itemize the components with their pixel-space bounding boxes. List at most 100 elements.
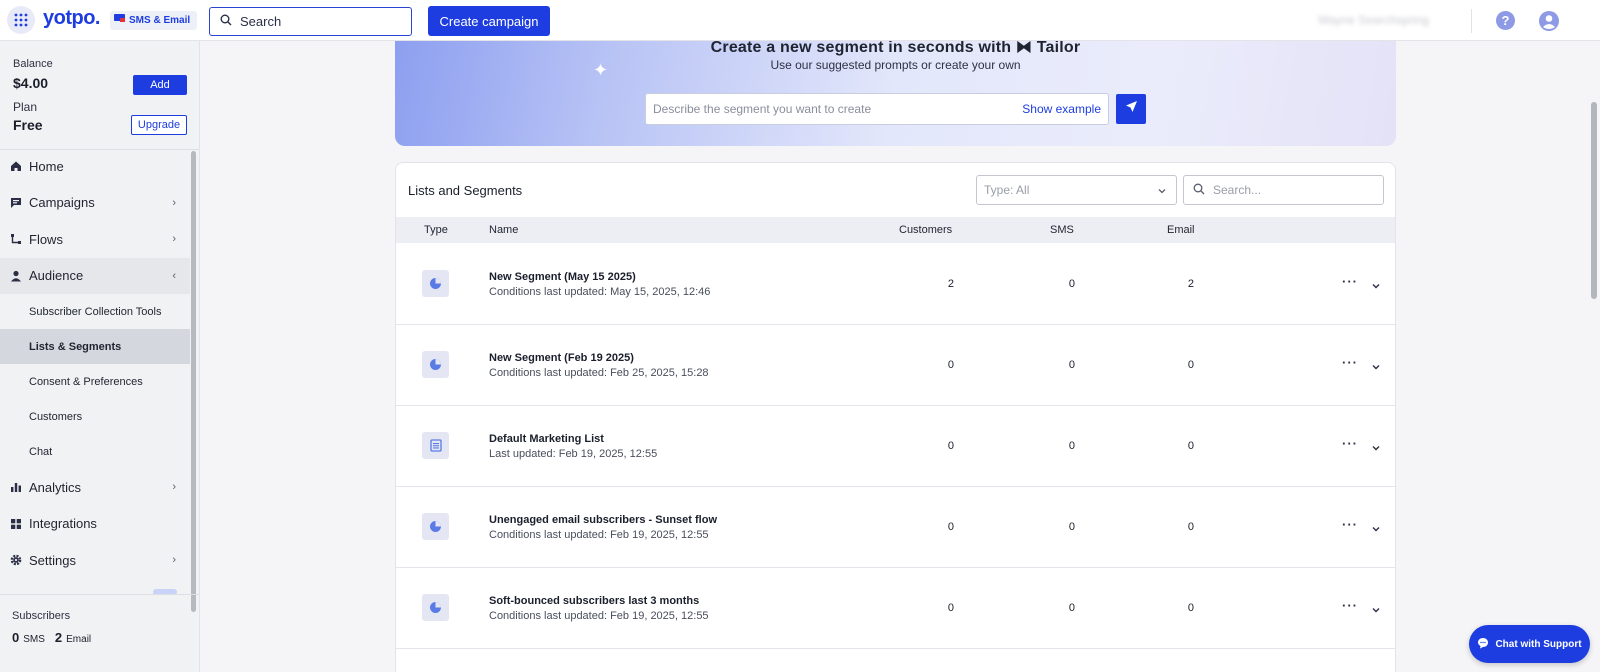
- row-sms: 0: [1068, 359, 1075, 371]
- subscribers-label: Subscribers: [12, 610, 71, 622]
- segment-icon: [422, 594, 449, 621]
- sidebar-item-audience[interactable]: Audience ‹: [0, 257, 190, 294]
- segment-icon: [422, 513, 449, 540]
- divider: [1471, 9, 1472, 33]
- column-type: Type: [424, 224, 448, 236]
- column-email: Email: [1167, 224, 1195, 236]
- row-name[interactable]: New Segment (Feb 19 2025): [489, 352, 634, 364]
- prompt-placeholder: Describe the segment you want to create: [653, 102, 872, 116]
- sidebar-subitem-chat[interactable]: Chat: [0, 434, 190, 469]
- row-name[interactable]: Default Marketing List: [489, 433, 604, 445]
- yotpo-logo[interactable]: yotpo.: [43, 7, 101, 30]
- chevron-down-icon: [1157, 185, 1167, 199]
- sidebar-subitem-consent[interactable]: Consent & Preferences: [0, 364, 190, 399]
- balance-value: $4.00: [13, 75, 49, 91]
- row-email: 2: [1187, 278, 1194, 290]
- more-options-icon[interactable]: ···: [1342, 355, 1358, 370]
- search-label: Search: [240, 14, 282, 29]
- divider: [0, 594, 199, 595]
- add-balance-button[interactable]: Add: [133, 75, 187, 95]
- more-options-icon[interactable]: ···: [1342, 517, 1358, 532]
- integrations-icon: [10, 518, 22, 530]
- table-row[interactable]: Default Marketing List Last updated: Feb…: [396, 406, 1395, 487]
- sidebar-item-settings[interactable]: Settings ›: [0, 542, 190, 579]
- subscriber-counts: 0 SMS 2 Email: [12, 630, 97, 645]
- row-name[interactable]: New Segment (May 15 2025): [489, 271, 636, 283]
- sidebar-subitem-collection-tools[interactable]: Subscriber Collection Tools: [0, 294, 190, 329]
- sidebar: Balance $4.00 Add Plan Free Upgrade Home…: [0, 41, 200, 672]
- row-customers: 2: [947, 278, 954, 290]
- row-customers: 0: [947, 440, 954, 452]
- row-updated: Conditions last updated: Feb 19, 2025, 1…: [489, 610, 709, 622]
- type-filter-select[interactable]: Type: All: [976, 175, 1177, 205]
- account-icon[interactable]: [1539, 11, 1559, 31]
- row-email: 0: [1187, 602, 1194, 614]
- person-icon: [10, 270, 22, 282]
- sidebar-item-flows[interactable]: Flows ›: [0, 221, 190, 258]
- sidebar-subitem-lists-segments[interactable]: Lists & Segments: [0, 329, 190, 364]
- user-menu[interactable]: Wayne Searchspring: [1318, 13, 1429, 27]
- column-name: Name: [489, 224, 519, 236]
- type-filter-value: Type: All: [984, 183, 1030, 197]
- sms-count: 0: [12, 630, 20, 645]
- chevron-down-icon[interactable]: [1371, 440, 1381, 458]
- upgrade-button[interactable]: Upgrade: [131, 115, 187, 135]
- row-email: 0: [1187, 359, 1194, 371]
- chevron-right-icon: ›: [172, 481, 176, 493]
- more-options-icon[interactable]: ···: [1342, 274, 1358, 289]
- sidebar-item-label: Audience: [29, 268, 84, 284]
- lists-search-input[interactable]: Search...: [1183, 175, 1384, 205]
- table-row[interactable]: Soft-bounced subscribers last 3 months C…: [396, 568, 1395, 649]
- main-scrollbar[interactable]: [1591, 102, 1597, 299]
- sms-unit: SMS: [23, 634, 45, 645]
- email-unit: Email: [66, 634, 92, 645]
- chat-label: Chat with Support: [1495, 638, 1582, 650]
- sidebar-item-integrations[interactable]: Integrations: [0, 506, 190, 543]
- help-icon[interactable]: ?: [1496, 11, 1515, 30]
- chevron-down-icon[interactable]: [1371, 521, 1381, 539]
- segment-prompt-input[interactable]: Describe the segment you want to create …: [645, 93, 1109, 125]
- send-prompt-button[interactable]: [1116, 94, 1146, 124]
- lists-segments-card: Lists and Segments Type: All Search... T…: [395, 162, 1396, 672]
- sidebar-item-campaigns[interactable]: Campaigns ›: [0, 185, 190, 222]
- chevron-up-icon: ‹: [172, 269, 176, 282]
- table-row[interactable]: New Segment (May 15 2025) Conditions las…: [396, 244, 1395, 325]
- row-email: 0: [1187, 440, 1194, 452]
- home-icon: [10, 160, 22, 172]
- row-sms: 0: [1068, 278, 1075, 290]
- table-row[interactable]: New Segment (Feb 19 2025) Conditions las…: [396, 325, 1395, 406]
- sidebar-subitem-customers[interactable]: Customers: [0, 399, 190, 434]
- apps-grid-icon[interactable]: [7, 6, 35, 34]
- row-name[interactable]: Unengaged email subscribers - Sunset flo…: [489, 514, 717, 526]
- chevron-down-icon[interactable]: [1371, 602, 1381, 620]
- row-customers: 0: [947, 521, 954, 533]
- global-search-input[interactable]: Search: [209, 7, 412, 36]
- create-campaign-button[interactable]: Create campaign: [428, 6, 550, 36]
- row-updated: Conditions last updated: Feb 19, 2025, 1…: [489, 529, 709, 541]
- sidebar-item-label: Settings: [29, 552, 76, 568]
- product-badge[interactable]: SMS & Email: [110, 11, 198, 30]
- chevron-down-icon[interactable]: [1371, 359, 1381, 377]
- table-row[interactable]: Unengaged email subscribers - Sunset flo…: [396, 487, 1395, 568]
- balance-label: Balance: [13, 58, 53, 70]
- chevron-right-icon: ›: [172, 233, 176, 245]
- sidebar-item-label: Campaigns: [29, 195, 95, 211]
- list-icon: [422, 432, 449, 459]
- sidebar-item-label: Integrations: [29, 516, 97, 532]
- sidebar-item-label: Home: [29, 158, 64, 174]
- chevron-down-icon[interactable]: [1371, 278, 1381, 296]
- gear-icon: [10, 554, 22, 566]
- sidebar-scrollbar[interactable]: [191, 151, 196, 612]
- more-options-icon[interactable]: ···: [1342, 598, 1358, 613]
- row-name[interactable]: Soft-bounced subscribers last 3 months: [489, 595, 699, 607]
- sidebar-item-analytics[interactable]: Analytics ›: [0, 469, 190, 506]
- more-options-icon[interactable]: ···: [1342, 436, 1358, 451]
- chat-with-support-button[interactable]: Chat with Support: [1469, 625, 1590, 663]
- search-placeholder: Search...: [1213, 183, 1262, 197]
- row-customers: 0: [947, 359, 954, 371]
- sidebar-item-home[interactable]: Home: [0, 148, 190, 185]
- row-updated: Conditions last updated: Feb 25, 2025, 1…: [489, 367, 709, 379]
- plan-label: Plan: [13, 100, 38, 114]
- product-label: SMS & Email: [129, 15, 191, 26]
- show-example-link[interactable]: Show example: [1022, 102, 1101, 116]
